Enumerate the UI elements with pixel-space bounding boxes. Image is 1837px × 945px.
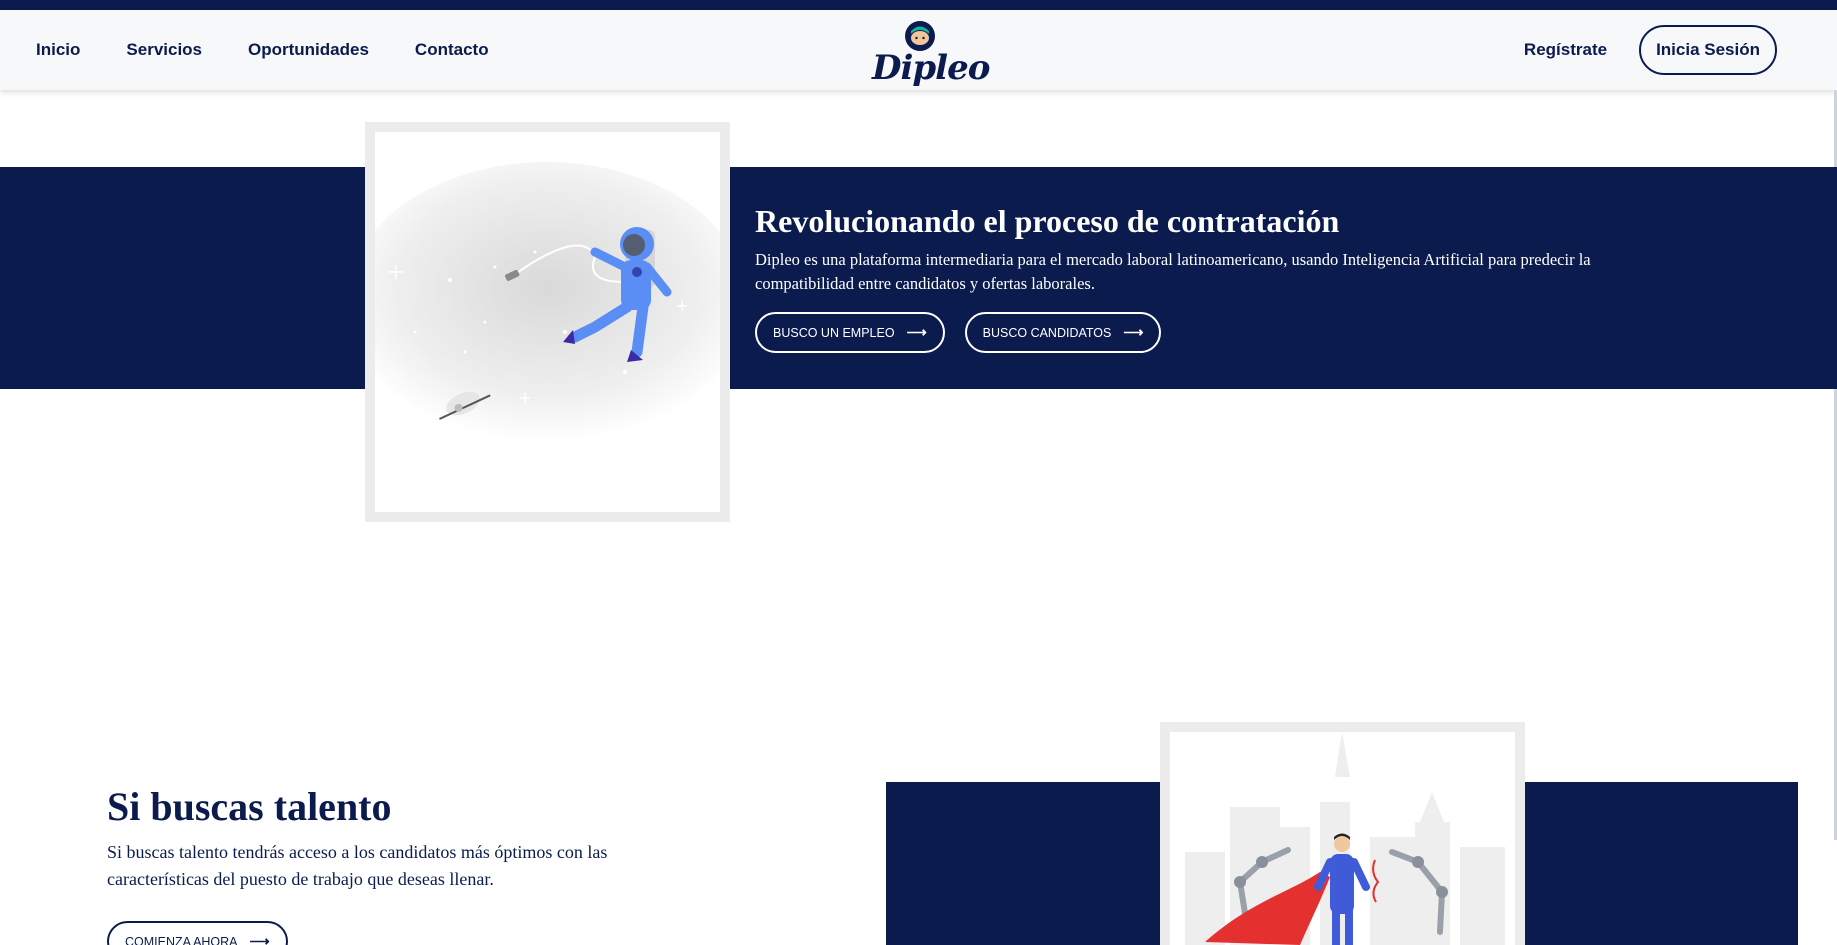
dipleo-logo[interactable]: Dipleo [868, 16, 990, 90]
find-candidates-label: BUSCO CANDIDATOS [982, 325, 1112, 340]
arrow-right-icon: ⟶ [1123, 324, 1144, 340]
start-now-button[interactable]: COMIENZA AHORA ⟶ [107, 921, 288, 945]
find-job-label: BUSCO UN EMPLEO [773, 325, 895, 340]
nav-oportunidades[interactable]: Oportunidades [248, 40, 369, 60]
hero-buttons: BUSCO UN EMPLEO ⟶ BUSCO CANDIDATOS ⟶ [755, 312, 1615, 353]
superhero-robot-arms-illustration [1170, 732, 1515, 945]
main-nav: Inicio Servicios Oportunidades Contacto [36, 10, 489, 90]
talent-title: Si buscas talento [107, 783, 667, 831]
hero-description: Dipleo es una plataforma intermediaria p… [755, 250, 1591, 293]
find-candidates-button[interactable]: BUSCO CANDIDATOS ⟶ [964, 312, 1162, 353]
navbar: Inicio Servicios Oportunidades Contacto … [0, 10, 1837, 90]
astronaut-illustration [375, 132, 720, 512]
talent-title-prefix: Si buscas [107, 784, 264, 829]
nav-contacto[interactable]: Contacto [415, 40, 489, 60]
hero-title: Revolucionando el proceso de contratació… [755, 203, 1340, 239]
arrow-right-icon: ⟶ [906, 324, 927, 340]
top-accent-bar [0, 0, 1837, 10]
find-job-button[interactable]: BUSCO UN EMPLEO ⟶ [755, 312, 945, 353]
nav-inicio[interactable]: Inicio [36, 40, 80, 60]
nav-servicios[interactable]: Servicios [126, 40, 202, 60]
logo-text: Dipleo [872, 48, 990, 88]
hero-content: Revolucionando el proceso de contratació… [755, 200, 1615, 353]
hero-image-frame [365, 122, 730, 522]
arrow-right-icon: ⟶ [249, 933, 270, 945]
register-link[interactable]: Regístrate [1524, 40, 1607, 60]
talent-title-highlight: talento [273, 784, 392, 829]
talent-section: Si buscas talento Si buscas talento tend… [107, 783, 667, 945]
auth-links: Regístrate Inicia Sesión [1524, 10, 1777, 90]
start-now-label: COMIENZA AHORA [125, 934, 238, 945]
talent-description: Si buscas talento tendrás acceso a los c… [107, 842, 608, 889]
talent-image-frame [1160, 722, 1525, 945]
login-button[interactable]: Inicia Sesión [1639, 25, 1777, 75]
